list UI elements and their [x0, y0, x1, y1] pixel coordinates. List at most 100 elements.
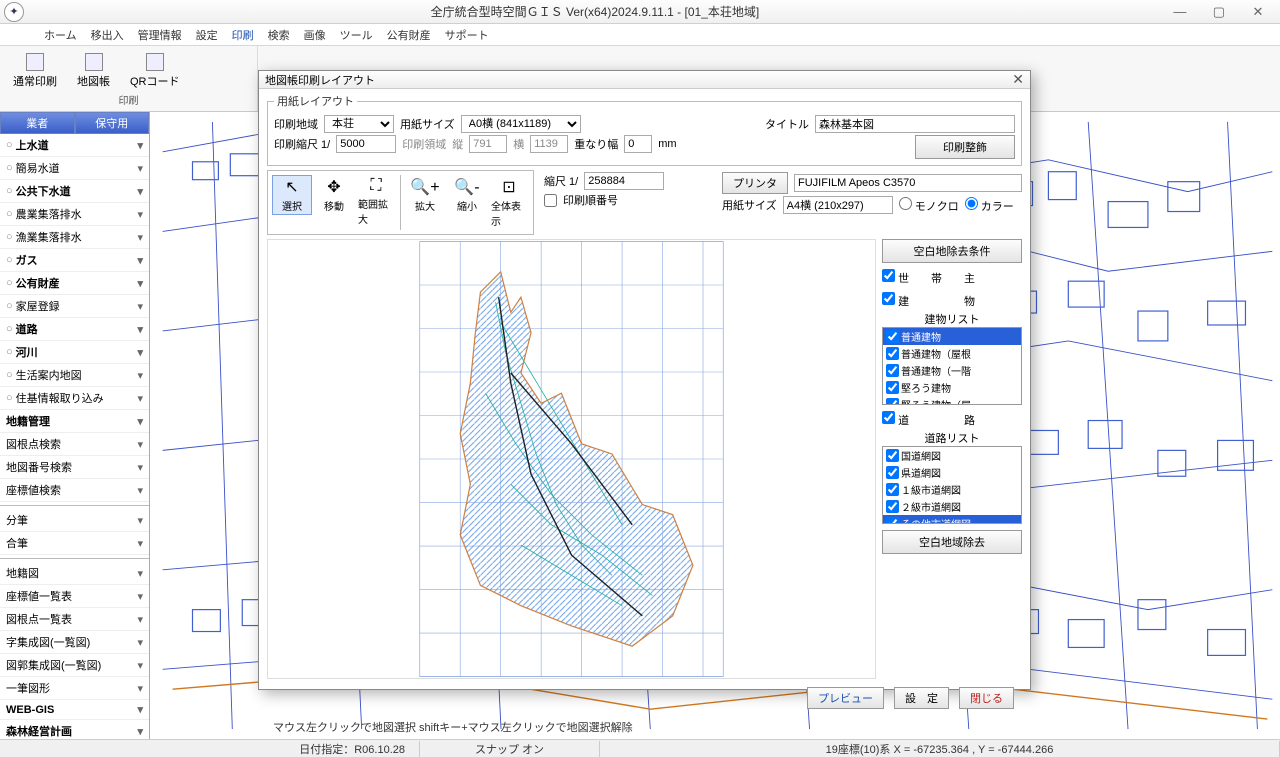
layer-item[interactable]: 地図番号検索▾: [0, 456, 149, 479]
close-button[interactable]: 閉じる: [959, 687, 1014, 709]
menu-画像[interactable]: 画像: [304, 27, 326, 43]
status-date: 日付指定：R06.10.28: [0, 741, 420, 757]
menu-サポート[interactable]: サポート: [445, 27, 489, 43]
layer-item[interactable]: ○簡易水道▾: [0, 157, 149, 180]
layer-item[interactable]: ○漁業集落排水▾: [0, 226, 149, 249]
menu-印刷[interactable]: 印刷: [232, 27, 254, 43]
tab-maintenance[interactable]: 保守用: [75, 112, 150, 134]
tool-選択[interactable]: ↖選択: [272, 175, 312, 215]
overlap-input[interactable]: [624, 135, 652, 153]
layer-item[interactable]: ○農業集落排水▾: [0, 203, 149, 226]
list-item[interactable]: 国道網図: [883, 447, 1021, 464]
layer-item[interactable]: ○生活案内地図▾: [0, 364, 149, 387]
list-item[interactable]: 普通建物（一階: [883, 362, 1021, 379]
title-input[interactable]: [815, 115, 1015, 133]
menu-移出入[interactable]: 移出入: [91, 27, 124, 43]
layer-item[interactable]: ○公共下水道▾: [0, 180, 149, 203]
hint-text: マウス左クリックで地図選択 shiftキー+マウス左クリックで地図選択解除: [267, 717, 1022, 737]
paper-size-select[interactable]: A0横 (841x1189): [461, 115, 581, 133]
menu-ツール[interactable]: ツール: [340, 27, 373, 43]
road-listbox[interactable]: 国道網図 県道網図 １級市道網図 ２級市道網図 その他市道網図 農道網図 林道網…: [882, 446, 1022, 524]
ribbon-group-label: 印刷: [8, 92, 249, 107]
scale2-input[interactable]: [584, 172, 664, 190]
layer-item[interactable]: ○住基情報取り込み▾: [0, 387, 149, 410]
buildings-check[interactable]: [882, 292, 895, 305]
layer-item[interactable]: ○公有財産▾: [0, 272, 149, 295]
menu-検索[interactable]: 検索: [268, 27, 290, 43]
layer-list[interactable]: ○上水道▾○簡易水道▾○公共下水道▾○農業集落排水▾○漁業集落排水▾○ガス▾○公…: [0, 134, 149, 739]
scale-input[interactable]: [336, 135, 396, 153]
menubar: ホーム移出入管理情報設定印刷検索画像ツール公有財産サポート: [0, 24, 1280, 46]
map-book-print-dialog: 地図帳印刷レイアウト ✕ 用紙レイアウト 印刷地域 本荘 用紙サイズ A0横 (…: [258, 70, 1031, 690]
layer-item[interactable]: ○ガス▾: [0, 249, 149, 272]
overlap-label: 重なり幅: [574, 136, 618, 152]
layer-item[interactable]: 森林経営計画▾: [0, 720, 149, 739]
tool-範囲拡大[interactable]: ⛶範囲拡大: [356, 175, 396, 228]
layer-item[interactable]: ○道路▾: [0, 318, 149, 341]
maximize-button[interactable]: ▢: [1201, 4, 1237, 20]
layer-item[interactable]: 一筆図形▾: [0, 677, 149, 700]
preview-toolbar: ↖選択✥移動⛶範囲拡大🔍+拡大🔍-縮小⊡全体表示: [267, 170, 534, 235]
layer-item[interactable]: 合筆▾: [0, 532, 149, 555]
decorate-button[interactable]: 印刷整飾: [915, 135, 1015, 159]
dialog-title: 地図帳印刷レイアウト: [265, 72, 375, 88]
layer-item[interactable]: ○家屋登録▾: [0, 295, 149, 318]
layer-item[interactable]: 座標値一覧表▾: [0, 585, 149, 608]
tab-vendor[interactable]: 業者: [0, 112, 75, 134]
status-snap: スナップ オン: [420, 741, 600, 757]
minimize-button[interactable]: —: [1162, 4, 1198, 19]
layer-item[interactable]: ○上水道▾: [0, 134, 149, 157]
window-titlebar: ✦ 全庁統合型時空間ＧＩＳ Ver(x64)2024.9.11.1 - [01_…: [0, 0, 1280, 24]
layer-item[interactable]: 地籍図▾: [0, 562, 149, 585]
menu-ホーム[interactable]: ホーム: [44, 27, 77, 43]
layer-item[interactable]: 図根点一覧表▾: [0, 608, 149, 631]
layout-preview[interactable]: [267, 239, 876, 679]
layer-item[interactable]: 図根点検索▾: [0, 433, 149, 456]
close-window-button[interactable]: ✕: [1240, 4, 1276, 20]
layer-item[interactable]: 分筆▾: [0, 509, 149, 532]
list-item[interactable]: ２級市道網図: [883, 498, 1021, 515]
list-item[interactable]: １級市道網図: [883, 481, 1021, 498]
dialog-close-button[interactable]: ✕: [1012, 71, 1024, 88]
menu-公有財産[interactable]: 公有財産: [387, 27, 431, 43]
household-check[interactable]: [882, 269, 895, 282]
printer-button[interactable]: プリンタ: [722, 172, 788, 194]
mono-radio[interactable]: [899, 197, 912, 210]
window-title: 全庁統合型時空間ＧＩＳ Ver(x64)2024.9.11.1 - [01_本荘…: [28, 3, 1162, 20]
print-region-select[interactable]: 本荘: [324, 115, 394, 133]
layer-item[interactable]: 座標値検索▾: [0, 479, 149, 502]
list-item[interactable]: 堅ろう建物（屋: [883, 396, 1021, 405]
layer-item[interactable]: 図郭集成図(一覧図)▾: [0, 654, 149, 677]
print-area-label: 印刷領域: [402, 136, 446, 152]
list-item[interactable]: その他市道網図: [883, 515, 1021, 524]
area-h: [530, 135, 568, 153]
color-radio[interactable]: [965, 197, 978, 210]
tool-拡大[interactable]: 🔍+拡大: [405, 175, 445, 215]
seq-checkbox[interactable]: [544, 194, 557, 207]
remove-blank-button[interactable]: 空白地域除去: [882, 530, 1022, 554]
menu-管理情報[interactable]: 管理情報: [138, 27, 182, 43]
layer-item[interactable]: ○河川▾: [0, 341, 149, 364]
building-listbox[interactable]: 普通建物 普通建物（屋根 普通建物（一階 堅ろう建物 堅ろう建物（屋 堅ろう建物…: [882, 327, 1022, 405]
roads-check[interactable]: [882, 411, 895, 424]
list-item[interactable]: 県道網図: [883, 464, 1021, 481]
layer-item[interactable]: 地籍管理▾: [0, 410, 149, 433]
out-paper-input[interactable]: [783, 196, 893, 214]
blank-cond-button[interactable]: 空白地除去条件: [882, 239, 1022, 263]
layer-item[interactable]: 字集成図(一覧図)▾: [0, 631, 149, 654]
ribbon-地図帳[interactable]: 地図帳: [72, 50, 115, 92]
list-item[interactable]: 普通建物（屋根: [883, 345, 1021, 362]
list-item[interactable]: 堅ろう建物: [883, 379, 1021, 396]
preview-button[interactable]: プレビュー: [807, 687, 884, 709]
list-item[interactable]: 普通建物: [883, 328, 1021, 345]
tool-縮小[interactable]: 🔍-縮小: [447, 175, 487, 215]
settings-button[interactable]: 設 定: [894, 687, 949, 709]
printer-name[interactable]: [794, 174, 1022, 192]
layer-item[interactable]: WEB-GIS▾: [0, 700, 149, 720]
ribbon-通常印刷[interactable]: 通常印刷: [8, 50, 62, 92]
area-v: [469, 135, 507, 153]
tool-全体表示[interactable]: ⊡全体表示: [489, 175, 529, 230]
ribbon-QRコード[interactable]: QRコード: [125, 50, 185, 92]
menu-設定[interactable]: 設定: [196, 27, 218, 43]
tool-移動[interactable]: ✥移動: [314, 175, 354, 215]
